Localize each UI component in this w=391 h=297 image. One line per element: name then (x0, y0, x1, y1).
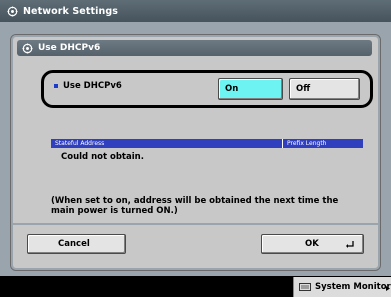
info-note: (When set to on, address will be obtaine… (51, 196, 339, 216)
on-button-label: On (225, 84, 239, 94)
bullet-icon (54, 84, 58, 88)
monitor-icon (299, 283, 311, 291)
on-button[interactable]: On (218, 78, 283, 100)
setting-label: Use DHCPv6 (63, 81, 122, 91)
system-monitor-button[interactable]: System Monitor (293, 277, 391, 297)
divider (11, 223, 380, 225)
column-divider (282, 139, 283, 148)
use-dhcpv6-setting: Use DHCPv6 On Off (41, 70, 373, 108)
off-button[interactable]: Off (289, 78, 360, 100)
settings-gear-icon (22, 42, 33, 54)
window-title: Network Settings (23, 5, 118, 17)
screen: Network Settings Use DHCPv6 Use DHCPv6 O… (0, 0, 391, 297)
window-title-bar: Network Settings (0, 0, 391, 22)
address-value: Could not obtain. (61, 152, 144, 162)
cancel-button-label: Cancel (58, 239, 90, 249)
off-button-label: Off (296, 84, 311, 94)
enter-icon (346, 241, 354, 248)
dhcpv6-panel: Use DHCPv6 Use DHCPv6 On Off Stateful Ad… (10, 34, 381, 271)
panel-title: Use DHCPv6 (38, 43, 101, 53)
ok-button-label: OK (305, 239, 319, 249)
ok-button[interactable]: OK (261, 234, 364, 254)
settings-gear-icon (7, 5, 18, 17)
arrow-right-icon (386, 286, 390, 291)
address-table-header: Stateful Address Prefix Length (51, 139, 363, 148)
system-monitor-label: System Monitor (315, 282, 391, 292)
panel-title-bar: Use DHCPv6 (17, 40, 372, 56)
column-prefix-length: Prefix Length (287, 140, 327, 147)
cancel-button[interactable]: Cancel (27, 234, 126, 254)
column-stateful-address: Stateful Address (55, 140, 105, 147)
